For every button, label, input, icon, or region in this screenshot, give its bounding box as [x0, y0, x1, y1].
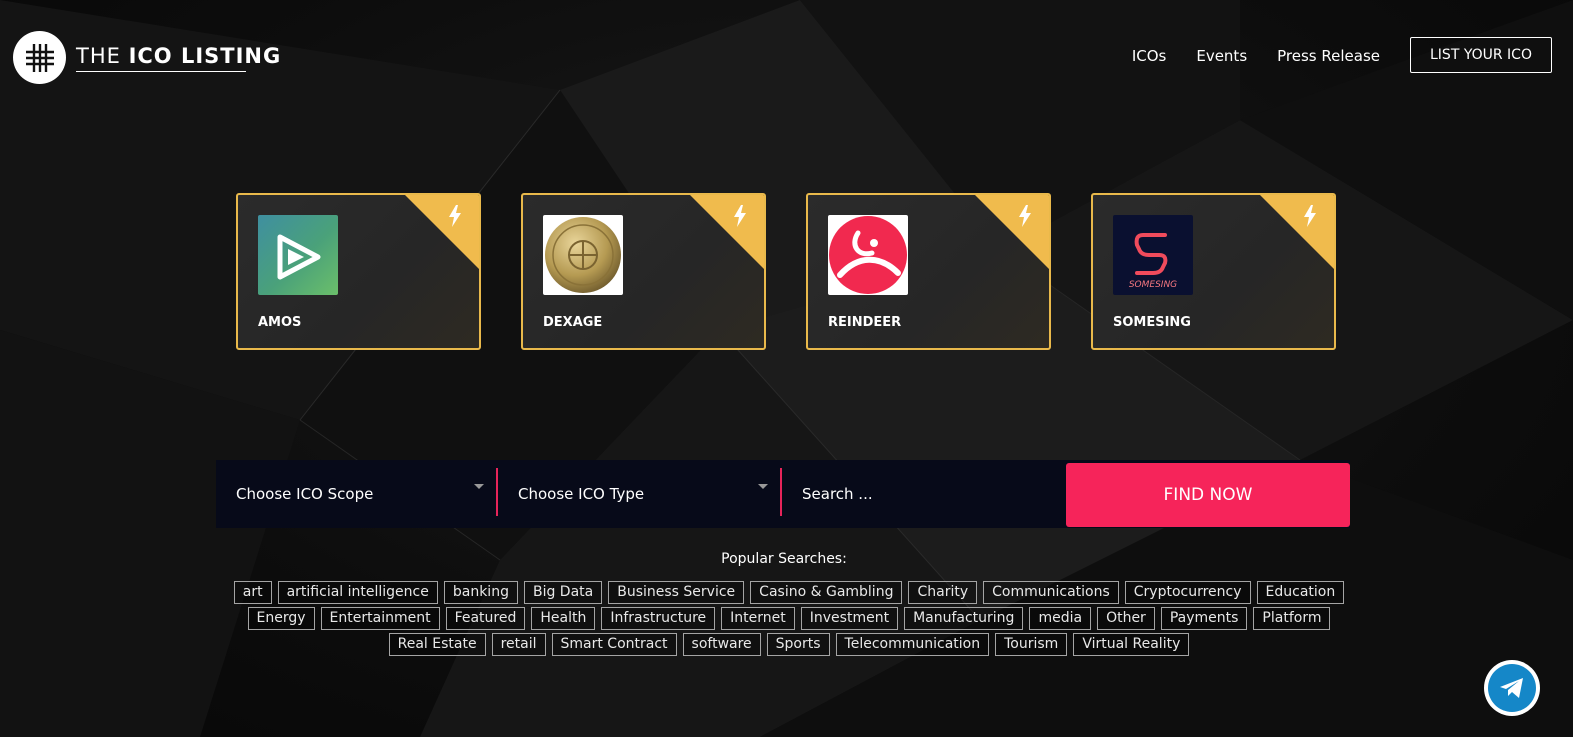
nav-press-release[interactable]: Press Release — [1277, 47, 1380, 65]
svg-text:SOMESING: SOMESING — [1129, 280, 1177, 290]
logo-text: THE ICO LISTING — [76, 44, 281, 68]
featured-corner — [690, 195, 764, 269]
list-your-ico-button[interactable]: LIST YOUR ICO — [1410, 37, 1552, 73]
search-input[interactable] — [782, 460, 1068, 528]
featured-icos: AMOS DEXAGE REINDEER SOMESING SOMESING — [236, 193, 1336, 350]
featured-corner — [1260, 195, 1334, 269]
popular-tag[interactable]: artificial intelligence — [277, 581, 438, 604]
popular-tag[interactable]: Telecommunication — [835, 633, 990, 656]
somesing-logo: SOMESING — [1113, 215, 1193, 295]
featured-card-dexage[interactable]: DEXAGE — [521, 193, 766, 350]
bolt-icon — [449, 205, 461, 227]
popular-tag[interactable]: Health — [531, 607, 596, 630]
popular-tag[interactable]: Smart Contract — [551, 633, 677, 656]
amos-logo — [258, 215, 338, 295]
popular-tag[interactable]: Sports — [766, 633, 830, 656]
find-now-button[interactable]: FIND NOW — [1066, 463, 1350, 527]
logo-underline — [76, 70, 246, 72]
popular-tag[interactable]: Education — [1256, 581, 1345, 604]
popular-tag[interactable]: art — [233, 581, 272, 604]
popular-tag[interactable]: Payments — [1160, 607, 1248, 630]
site-logo[interactable]: THE ICO LISTING — [13, 31, 281, 84]
chevron-down-icon — [474, 484, 484, 489]
popular-searches-title: Popular Searches: — [721, 551, 847, 567]
popular-tag[interactable]: Tourism — [995, 633, 1068, 656]
popular-tag[interactable]: media — [1029, 607, 1092, 630]
featured-card-somesing[interactable]: SOMESING SOMESING — [1091, 193, 1336, 350]
popular-tag[interactable]: Charity — [908, 581, 978, 604]
featured-corner — [405, 195, 479, 269]
telegram-icon — [1488, 664, 1536, 712]
popular-tag[interactable]: Platform — [1253, 607, 1331, 630]
bolt-icon — [1019, 205, 1031, 227]
featured-name: AMOS — [258, 315, 302, 330]
nav-icos[interactable]: ICOs — [1132, 47, 1167, 65]
popular-tag[interactable]: Casino & Gambling — [750, 581, 903, 604]
featured-name: SOMESING — [1113, 315, 1191, 330]
featured-card-reindeer[interactable]: REINDEER — [806, 193, 1051, 350]
popular-tag[interactable]: Communications — [983, 581, 1119, 604]
popular-tag[interactable]: Big Data — [523, 581, 603, 604]
ico-scope-select[interactable]: Choose ICO Scope — [216, 460, 498, 528]
popular-tag[interactable]: Real Estate — [388, 633, 486, 656]
featured-name: DEXAGE — [543, 315, 603, 330]
dexage-logo — [543, 215, 623, 295]
popular-tag[interactable]: Internet — [721, 607, 795, 630]
popular-tag[interactable]: software — [682, 633, 761, 656]
reindeer-logo — [828, 215, 908, 295]
logo-text-bold: ICO LISTING — [128, 43, 282, 68]
popular-tag[interactable]: Cryptocurrency — [1124, 581, 1251, 604]
site-header: THE ICO LISTING ICOs Events Press Releas… — [0, 0, 1573, 110]
ico-search-bar: Choose ICO Scope Choose ICO Type FIND NO… — [216, 460, 1350, 528]
telegram-button[interactable] — [1484, 660, 1540, 716]
popular-tag[interactable]: Virtual Reality — [1073, 633, 1190, 656]
ico-scope-label: Choose ICO Scope — [236, 485, 374, 503]
ico-type-select[interactable]: Choose ICO Type — [498, 460, 782, 528]
popular-tag[interactable]: Featured — [445, 607, 526, 630]
main-nav: ICOs Events Press Release — [1102, 47, 1380, 65]
featured-corner — [975, 195, 1049, 269]
popular-tag[interactable]: retail — [491, 633, 546, 656]
featured-name: REINDEER — [828, 315, 902, 330]
popular-tag[interactable]: banking — [443, 581, 518, 604]
popular-tag[interactable]: Investment — [800, 607, 899, 630]
bolt-icon — [1304, 205, 1316, 227]
popular-tag[interactable]: Manufacturing — [904, 607, 1024, 630]
ico-type-label: Choose ICO Type — [518, 485, 645, 503]
featured-card-amos[interactable]: AMOS — [236, 193, 481, 350]
popular-tag[interactable]: Infrastructure — [601, 607, 716, 630]
popular-tags: art artificial intelligence banking Big Dat… — [224, 581, 1354, 659]
popular-tag[interactable]: Other — [1097, 607, 1155, 630]
nav-events[interactable]: Events — [1196, 47, 1247, 65]
popular-tag[interactable]: Business Service — [608, 581, 745, 604]
logo-grid-icon — [13, 31, 66, 84]
logo-text-light: THE — [76, 43, 121, 68]
bolt-icon — [734, 205, 746, 227]
popular-tag[interactable]: Entertainment — [320, 607, 440, 630]
popular-tag[interactable]: Energy — [247, 607, 315, 630]
chevron-down-icon — [758, 484, 768, 489]
divider — [780, 468, 782, 516]
